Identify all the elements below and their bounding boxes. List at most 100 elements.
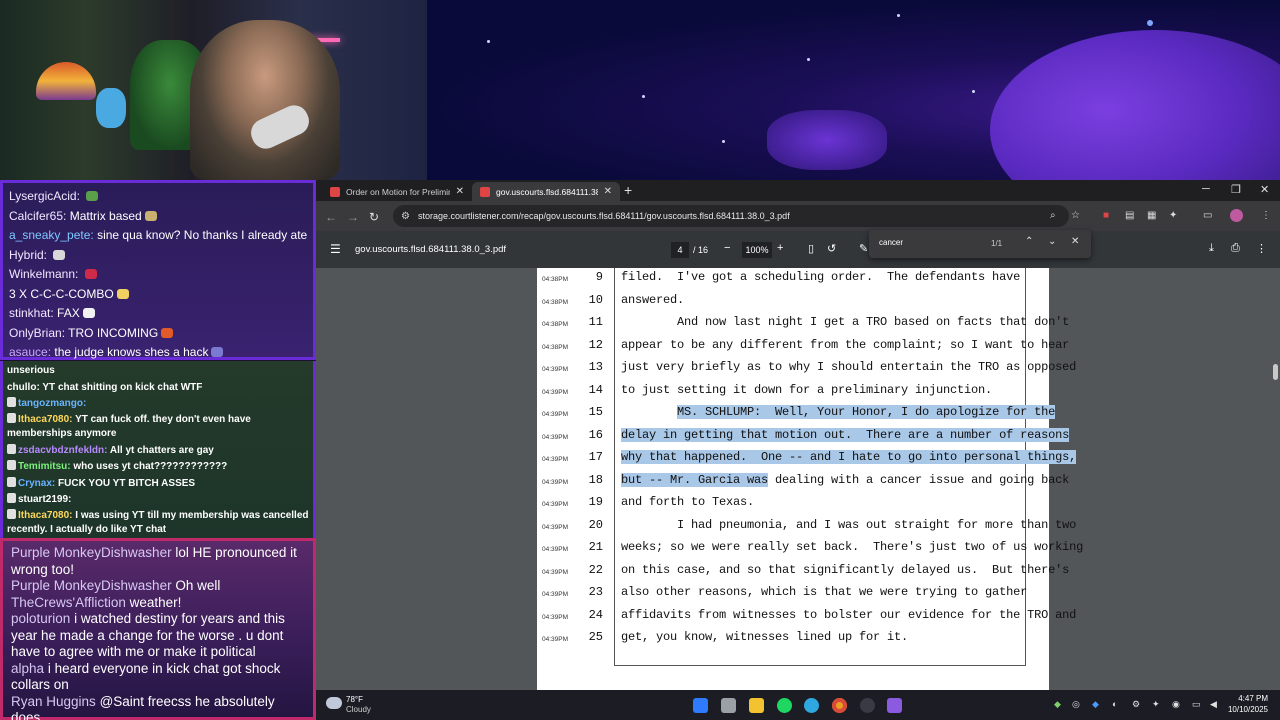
avatar[interactable]: [1230, 209, 1243, 222]
browser-window: Order on Motion for Prelimina ✕ gov.usco…: [316, 180, 1280, 690]
planet-decor: [990, 30, 1280, 180]
minimize-icon[interactable]: ─: [1202, 183, 1210, 195]
chat-message: unserious: [7, 363, 313, 380]
trash-extension-icon[interactable]: ▤: [1125, 210, 1134, 221]
star: [897, 14, 900, 17]
emote-icon: [82, 308, 95, 318]
text-plain: I had pneumonia, and I was out straight …: [621, 517, 1077, 532]
url-field[interactable]: ⚙ storage.courtlistener.com/recap/gov.us…: [393, 205, 1069, 227]
zoom-in-icon[interactable]: +: [777, 242, 783, 254]
line-number: 24: [588, 607, 603, 622]
close-icon[interactable]: ✕: [456, 186, 464, 197]
chat-text: sine qua know? No thanks I already ate: [97, 228, 307, 242]
line-text: I had pneumonia, and I was out straight …: [621, 518, 1076, 532]
timestamp: 04:39PM: [542, 501, 569, 508]
weather-condition[interactable]: Cloudy: [346, 705, 371, 714]
site-info-icon[interactable]: ⚙: [401, 211, 410, 222]
more-options-icon[interactable]: ⋮: [1256, 242, 1267, 255]
chat-username: chullo:: [7, 381, 40, 393]
find-in-page-icon[interactable]: ⌕: [1050, 210, 1056, 221]
transcript-line: 04:39PM 25 get, you know, witnesses lined …: [537, 628, 1049, 651]
transcript-line: 04:38PM 11 And now last night I get a TRO…: [537, 313, 1069, 336]
weather-temperature[interactable]: 78°F: [346, 695, 363, 704]
chat-message: Calcifer65: Mattrix based: [9, 207, 307, 227]
extension-icon[interactable]: ▦: [1147, 210, 1156, 221]
chat-username: Winkelmann:: [9, 267, 79, 281]
close-window-icon[interactable]: ✕: [1260, 183, 1269, 196]
chat-username: Ithaca7080:: [18, 413, 73, 425]
app-icon[interactable]: [887, 698, 902, 713]
extension-icon[interactable]: ■: [1103, 210, 1109, 221]
timestamp: 04:39PM: [542, 411, 569, 418]
tab-pdf-active[interactable]: gov.uscourts.flsd.684111.38.0_3 ✕: [472, 182, 620, 201]
clock-date[interactable]: 10/10/2025: [1228, 705, 1268, 714]
fit-page-icon[interactable]: ▯: [808, 242, 814, 255]
text-highlighted: delay in getting that motion out. There …: [621, 427, 1070, 442]
line-number: 10: [588, 292, 603, 307]
text-highlighted: MS. SCHLUMP: Well, Your Honor, I do apol…: [677, 405, 1056, 419]
tray-icon[interactable]: ◆: [1054, 699, 1061, 710]
print-icon[interactable]: ⎙: [1231, 242, 1240, 255]
screen: LysergicAcid: Calcifer65: Mattrix based a…: [0, 0, 1280, 720]
zoom-out-icon[interactable]: −: [724, 242, 730, 254]
tray-icon[interactable]: ✦: [1152, 699, 1160, 710]
extensions-puzzle-icon[interactable]: ✦: [1169, 210, 1177, 221]
emote-icon: [144, 210, 157, 221]
maximize-icon[interactable]: ❐: [1231, 183, 1241, 196]
find-next-icon[interactable]: ⌄: [1048, 236, 1056, 247]
edge-icon[interactable]: [804, 698, 819, 713]
find-previous-icon[interactable]: ⌃: [1025, 236, 1033, 247]
chat-message: Purple MonkeyDishwasher lol HE pronounce…: [11, 545, 305, 578]
vertical-scrollbar[interactable]: [1272, 268, 1278, 690]
chrome-icon[interactable]: [832, 698, 847, 713]
cloud-icon[interactable]: [326, 697, 342, 709]
tab-order-on-motion[interactable]: Order on Motion for Prelimina ✕: [322, 182, 472, 201]
star: [642, 95, 645, 98]
tray-icon[interactable]: ⚙: [1132, 699, 1140, 710]
zoom-input[interactable]: 100%: [742, 242, 772, 258]
new-tab-button[interactable]: +: [624, 182, 632, 198]
transcript-line: 04:39PM 24 affidavits from witnesses to bo…: [537, 606, 1076, 629]
line-text: weeks; so we were really set back. There…: [621, 540, 1083, 554]
chat-message: Hybrid:: [9, 246, 307, 266]
download-icon[interactable]: ⤓: [1209, 242, 1214, 255]
bookmark-star-icon[interactable]: ☆: [1071, 210, 1080, 221]
clock-time[interactable]: 4:47 PM: [1238, 694, 1268, 703]
scrollbar-thumb[interactable]: [1273, 364, 1278, 380]
line-text: MS. SCHLUMP: Well, Your Honor, I do apol…: [621, 405, 1055, 419]
timestamp: 04:38PM: [542, 276, 569, 283]
reload-icon[interactable]: ↻: [369, 210, 379, 224]
hamburger-menu-icon[interactable]: ☰: [330, 242, 341, 256]
forward-icon[interactable]: →: [347, 210, 359, 224]
chat-message: zsdacvbdznfekldn: All yt chatters are ga…: [7, 443, 313, 460]
menu-dots-icon[interactable]: ⋮: [1261, 210, 1271, 221]
chat-username: unserious: [7, 365, 55, 376]
volume-icon[interactable]: ◀: [1210, 699, 1217, 710]
rotate-icon[interactable]: ↺: [827, 242, 836, 255]
badge-icon: [7, 493, 16, 503]
network-icon[interactable]: ▭: [1192, 699, 1201, 710]
file-explorer-icon[interactable]: [749, 698, 764, 713]
tray-icon[interactable]: ◉: [1172, 699, 1180, 710]
line-text: filed. I've got a scheduling order. The …: [621, 270, 1020, 284]
sidebar-icon[interactable]: ▭: [1203, 210, 1212, 221]
tray-icon[interactable]: ◎: [1072, 699, 1080, 710]
back-icon[interactable]: ←: [325, 210, 337, 224]
tray-icon[interactable]: ◆: [1092, 699, 1099, 710]
close-icon[interactable]: ✕: [604, 186, 612, 197]
find-input[interactable]: cancer: [879, 238, 903, 247]
line-text: also other reasons, which is that we wer…: [621, 585, 1027, 599]
obs-icon[interactable]: [860, 698, 875, 713]
annotate-icon[interactable]: ✎: [859, 242, 868, 255]
line-text: and forth to Texas.: [621, 495, 754, 509]
close-find-icon[interactable]: ✕: [1071, 236, 1079, 247]
task-view-icon[interactable]: [721, 698, 736, 713]
pdf-viewer[interactable]: 04:38PM 9 filed. I've got a scheduling ord…: [316, 268, 1280, 690]
timestamp: 04:38PM: [542, 298, 569, 306]
timestamp: 04:39PM: [542, 433, 569, 441]
chat-message: alpha i heard everyone in kick chat got …: [11, 661, 305, 694]
page-number-input[interactable]: 4: [671, 242, 689, 258]
windows-start-icon[interactable]: [693, 698, 708, 713]
spotify-icon[interactable]: [777, 698, 792, 713]
steam-icon[interactable]: ◐: [1112, 699, 1117, 709]
